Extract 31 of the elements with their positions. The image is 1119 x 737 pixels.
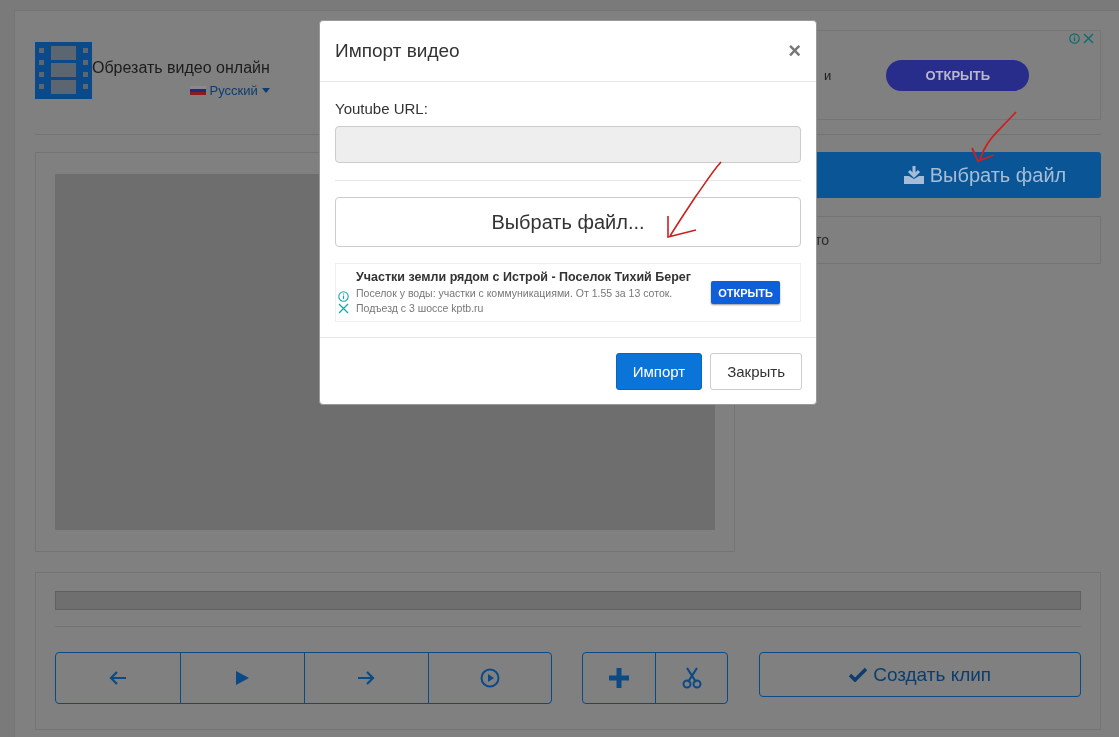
play-icon xyxy=(235,671,249,685)
choose-file-button[interactable]: Выбрать файл... xyxy=(335,197,801,247)
download-icon xyxy=(903,166,924,184)
close-dialog-button[interactable]: Закрыть xyxy=(710,353,802,390)
check-icon xyxy=(849,667,868,682)
close-icon[interactable] xyxy=(1083,33,1094,44)
url-input-field[interactable] xyxy=(335,126,801,163)
plus-icon xyxy=(609,668,630,688)
annotation-arrow xyxy=(971,111,1017,162)
ad-open-button[interactable]: ОТКРЫТЬ xyxy=(711,281,780,304)
scissors-icon xyxy=(681,667,702,689)
create-clip-button[interactable]: Создать клип xyxy=(759,652,1081,697)
url-label: Youtube URL: xyxy=(335,100,429,117)
site-title: Обрезать видео онлайн xyxy=(92,59,270,77)
ad-text: и xyxy=(824,67,832,83)
flag-icon xyxy=(189,86,206,95)
film-strip-icon xyxy=(35,42,92,99)
info-icon[interactable] xyxy=(338,291,349,302)
ad-title: Участки земли рядом с Истрой - Поселок Тихий Берег xyxy=(356,269,692,284)
info-icon[interactable] xyxy=(1069,33,1080,44)
ad-open-button[interactable]: ОТКРЫТЬ xyxy=(886,59,1030,91)
right-arrow-icon xyxy=(357,671,376,685)
close-button[interactable]: × xyxy=(788,38,801,64)
caret-icon xyxy=(261,88,270,93)
import-button[interactable]: Импорт xyxy=(615,353,703,390)
close-icon[interactable] xyxy=(338,303,349,314)
language-selector[interactable]: Русский xyxy=(189,83,270,98)
ad-text: Поселок у воды: участки с коммуникациями. От 1.55 за 13 соток. Подъезд с 3 шоссе kptb.ru xyxy=(356,285,674,316)
play-circle-icon xyxy=(480,668,501,688)
left-arrow-icon xyxy=(108,671,127,685)
dialog-title: Импорт видео xyxy=(335,40,460,62)
